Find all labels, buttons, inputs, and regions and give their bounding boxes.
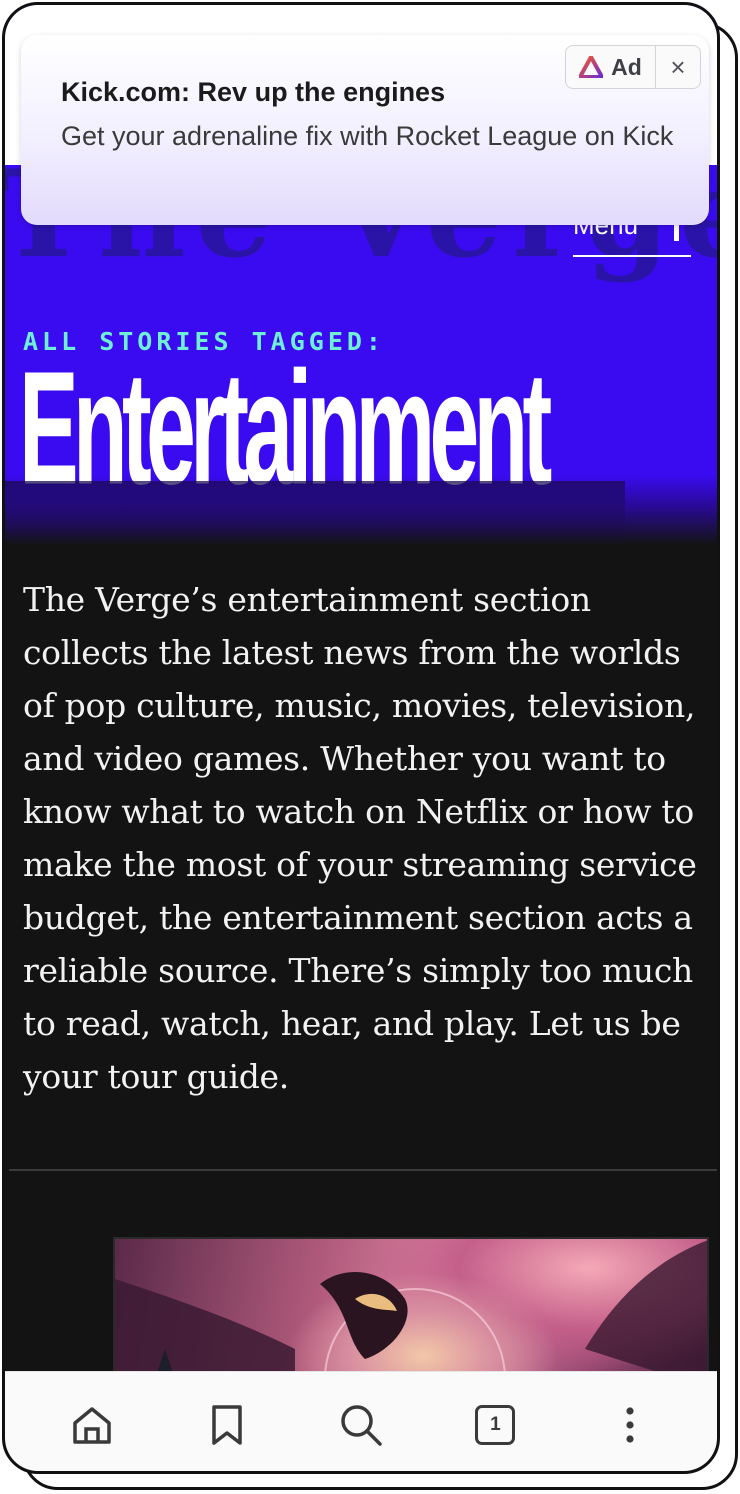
ad-label-group[interactable]: Ad <box>566 46 656 88</box>
browser-toolbar: 1 <box>5 1371 717 1471</box>
ad-body[interactable]: Get your adrenaline fix with Rocket Leag… <box>61 119 681 153</box>
title-shadow <box>5 481 625 541</box>
ad-banner[interactable]: Kick.com: Rev up the engines Get your ad… <box>21 35 709 225</box>
dragon-illustration <box>115 1240 707 1385</box>
tabs-icon: 1 <box>475 1404 516 1445</box>
brave-triangle-icon <box>579 56 604 78</box>
home-button[interactable] <box>57 1390 127 1460</box>
bookmark-icon <box>211 1404 242 1445</box>
tabs-button[interactable]: 1 <box>460 1390 530 1460</box>
divider <box>9 1169 717 1171</box>
bookmark-button[interactable] <box>192 1390 262 1460</box>
more-button[interactable] <box>595 1390 665 1460</box>
ad-title[interactable]: Kick.com: Rev up the engines <box>61 77 445 108</box>
search-button[interactable] <box>326 1390 396 1460</box>
home-icon <box>73 1406 111 1444</box>
ad-badge-label: Ad <box>611 53 642 80</box>
ad-badge: Ad × <box>565 45 701 89</box>
search-icon <box>341 1404 382 1446</box>
close-icon[interactable]: × <box>656 46 700 88</box>
section-description: The Verge’s entertainment section collec… <box>23 580 697 1096</box>
more-icon <box>626 1406 634 1443</box>
tab-count: 1 <box>490 1413 501 1435</box>
phone-screen: The Verge Menu ALL STORIES TAGGED: Enter… <box>2 2 720 1474</box>
article-image[interactable] <box>113 1237 709 1387</box>
